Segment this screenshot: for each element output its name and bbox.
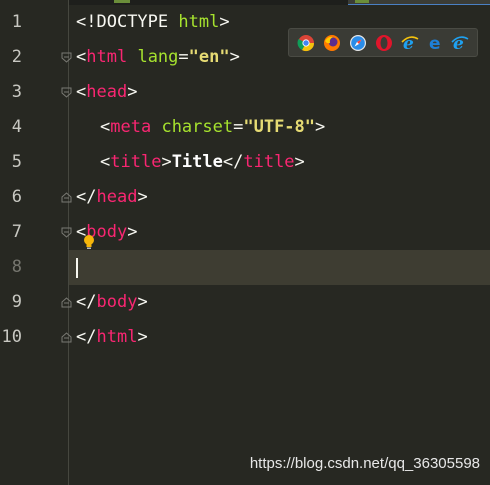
tag-name: meta <box>110 117 152 137</box>
line-number: 4 <box>11 117 22 137</box>
bracket: > <box>219 12 230 32</box>
attribute-value: "en" <box>188 47 230 67</box>
svg-text:e: e <box>429 34 441 52</box>
bracket: > <box>229 47 240 67</box>
bracket: > <box>315 117 326 137</box>
tag-name: head <box>96 187 138 207</box>
bracket: </ <box>76 292 97 312</box>
code-line-5[interactable]: <title>Title</title> <box>100 145 305 180</box>
attribute-name: lang <box>137 47 179 67</box>
current-line-highlight <box>0 250 490 285</box>
bracket: > <box>137 327 148 347</box>
text-content: Title <box>171 152 223 172</box>
ie-icon[interactable]: e <box>401 34 419 52</box>
equals: = <box>178 47 189 67</box>
bracket: <! <box>76 12 97 32</box>
line-number: 6 <box>11 187 22 207</box>
fold-close-icon[interactable] <box>61 192 72 203</box>
bracket: > <box>294 152 305 172</box>
ie-icon[interactable]: e <box>451 34 469 52</box>
tag-name: title <box>110 152 162 172</box>
tag-name: head <box>86 82 128 102</box>
safari-icon[interactable] <box>349 34 367 52</box>
attribute-value: "UTF-8" <box>243 117 316 137</box>
bracket: > <box>161 152 172 172</box>
active-tab[interactable] <box>348 0 490 5</box>
code-line-10[interactable]: </html> <box>76 320 148 355</box>
bracket: < <box>76 47 87 67</box>
equals: = <box>233 117 244 137</box>
active-tab-indicator <box>355 0 369 3</box>
bracket: > <box>137 292 148 312</box>
line-number: 8 <box>11 257 22 277</box>
line-number: 10 <box>1 327 22 347</box>
line-number: 2 <box>11 47 22 67</box>
bracket: </ <box>222 152 244 172</box>
doctype-value: html <box>178 12 220 32</box>
bracket: > <box>127 82 138 102</box>
lightbulb-icon[interactable] <box>82 234 96 250</box>
line-number: 1 <box>11 12 22 32</box>
tag-name: body <box>96 292 138 312</box>
fold-close-icon[interactable] <box>61 332 72 343</box>
bracket: > <box>137 187 148 207</box>
chrome-icon[interactable] <box>297 34 315 52</box>
tag-name: title <box>243 152 295 172</box>
fold-close-icon[interactable] <box>61 297 72 308</box>
tab-indicator[interactable] <box>114 0 130 3</box>
code-editor[interactable]: 1 2 3 4 5 6 7 8 9 10 <!DOCTYPE html> <ht… <box>0 0 490 485</box>
bracket: < <box>76 82 87 102</box>
edge-icon[interactable]: e <box>427 34 445 52</box>
code-line-1[interactable]: <!DOCTYPE html> <box>76 5 230 40</box>
line-number: 5 <box>11 152 22 172</box>
fold-open-icon[interactable] <box>61 227 72 238</box>
firefox-icon[interactable] <box>323 34 341 52</box>
opera-icon[interactable] <box>375 34 393 52</box>
line-number: 3 <box>11 82 22 102</box>
fold-open-icon[interactable] <box>61 52 72 63</box>
gutter-divider <box>68 0 69 485</box>
code-line-3[interactable]: <head> <box>76 75 137 110</box>
code-line-9[interactable]: </body> <box>76 285 148 320</box>
bracket: </ <box>76 187 97 207</box>
editor-tab-strip <box>0 0 490 5</box>
code-line-6[interactable]: </head> <box>76 180 148 215</box>
line-number: 7 <box>11 222 22 242</box>
attribute-name: charset <box>161 117 234 137</box>
text-cursor <box>76 258 78 278</box>
browser-preview-toolbar: e e e <box>288 28 478 57</box>
bracket: < <box>100 117 111 137</box>
watermark-text: https://blog.csdn.net/qq_36305598 <box>249 455 480 472</box>
tag-name: html <box>86 47 128 67</box>
tag-name: html <box>96 327 138 347</box>
bracket: > <box>127 222 138 242</box>
code-line-4[interactable]: <meta charset="UTF-8"> <box>100 110 325 145</box>
bracket: </ <box>76 327 97 347</box>
doctype-keyword: DOCTYPE <box>96 12 169 32</box>
code-line-2[interactable]: <html lang="en"> <box>76 40 240 75</box>
fold-open-icon[interactable] <box>61 87 72 98</box>
line-number: 9 <box>11 292 22 312</box>
bracket: < <box>100 152 111 172</box>
